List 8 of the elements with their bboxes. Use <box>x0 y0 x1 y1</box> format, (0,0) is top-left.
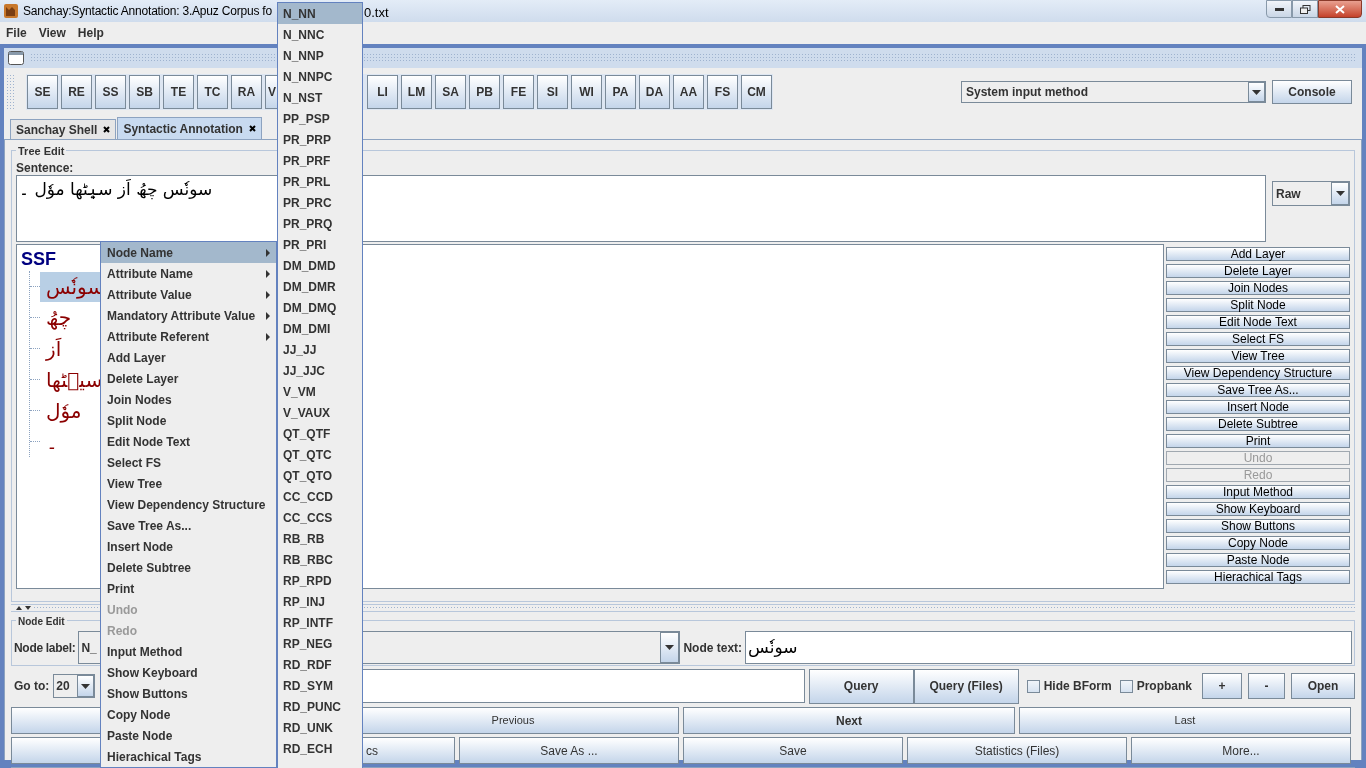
field-label: Sentence: <box>16 160 74 177</box>
window-title: Sanchay:Syntactic Annotation: 3.Apuz Corpus fo <box>23 3 272 20</box>
field-label: Node label: <box>14 639 76 657</box>
checkbox-label: Hide BForm <box>1043 678 1112 695</box>
window-title: 0.txt <box>364 4 389 22</box>
field-label: Go to: <box>14 678 50 695</box>
field-label: Node text: <box>683 639 743 657</box>
checkbox-label: Propbank <box>1136 678 1192 695</box>
